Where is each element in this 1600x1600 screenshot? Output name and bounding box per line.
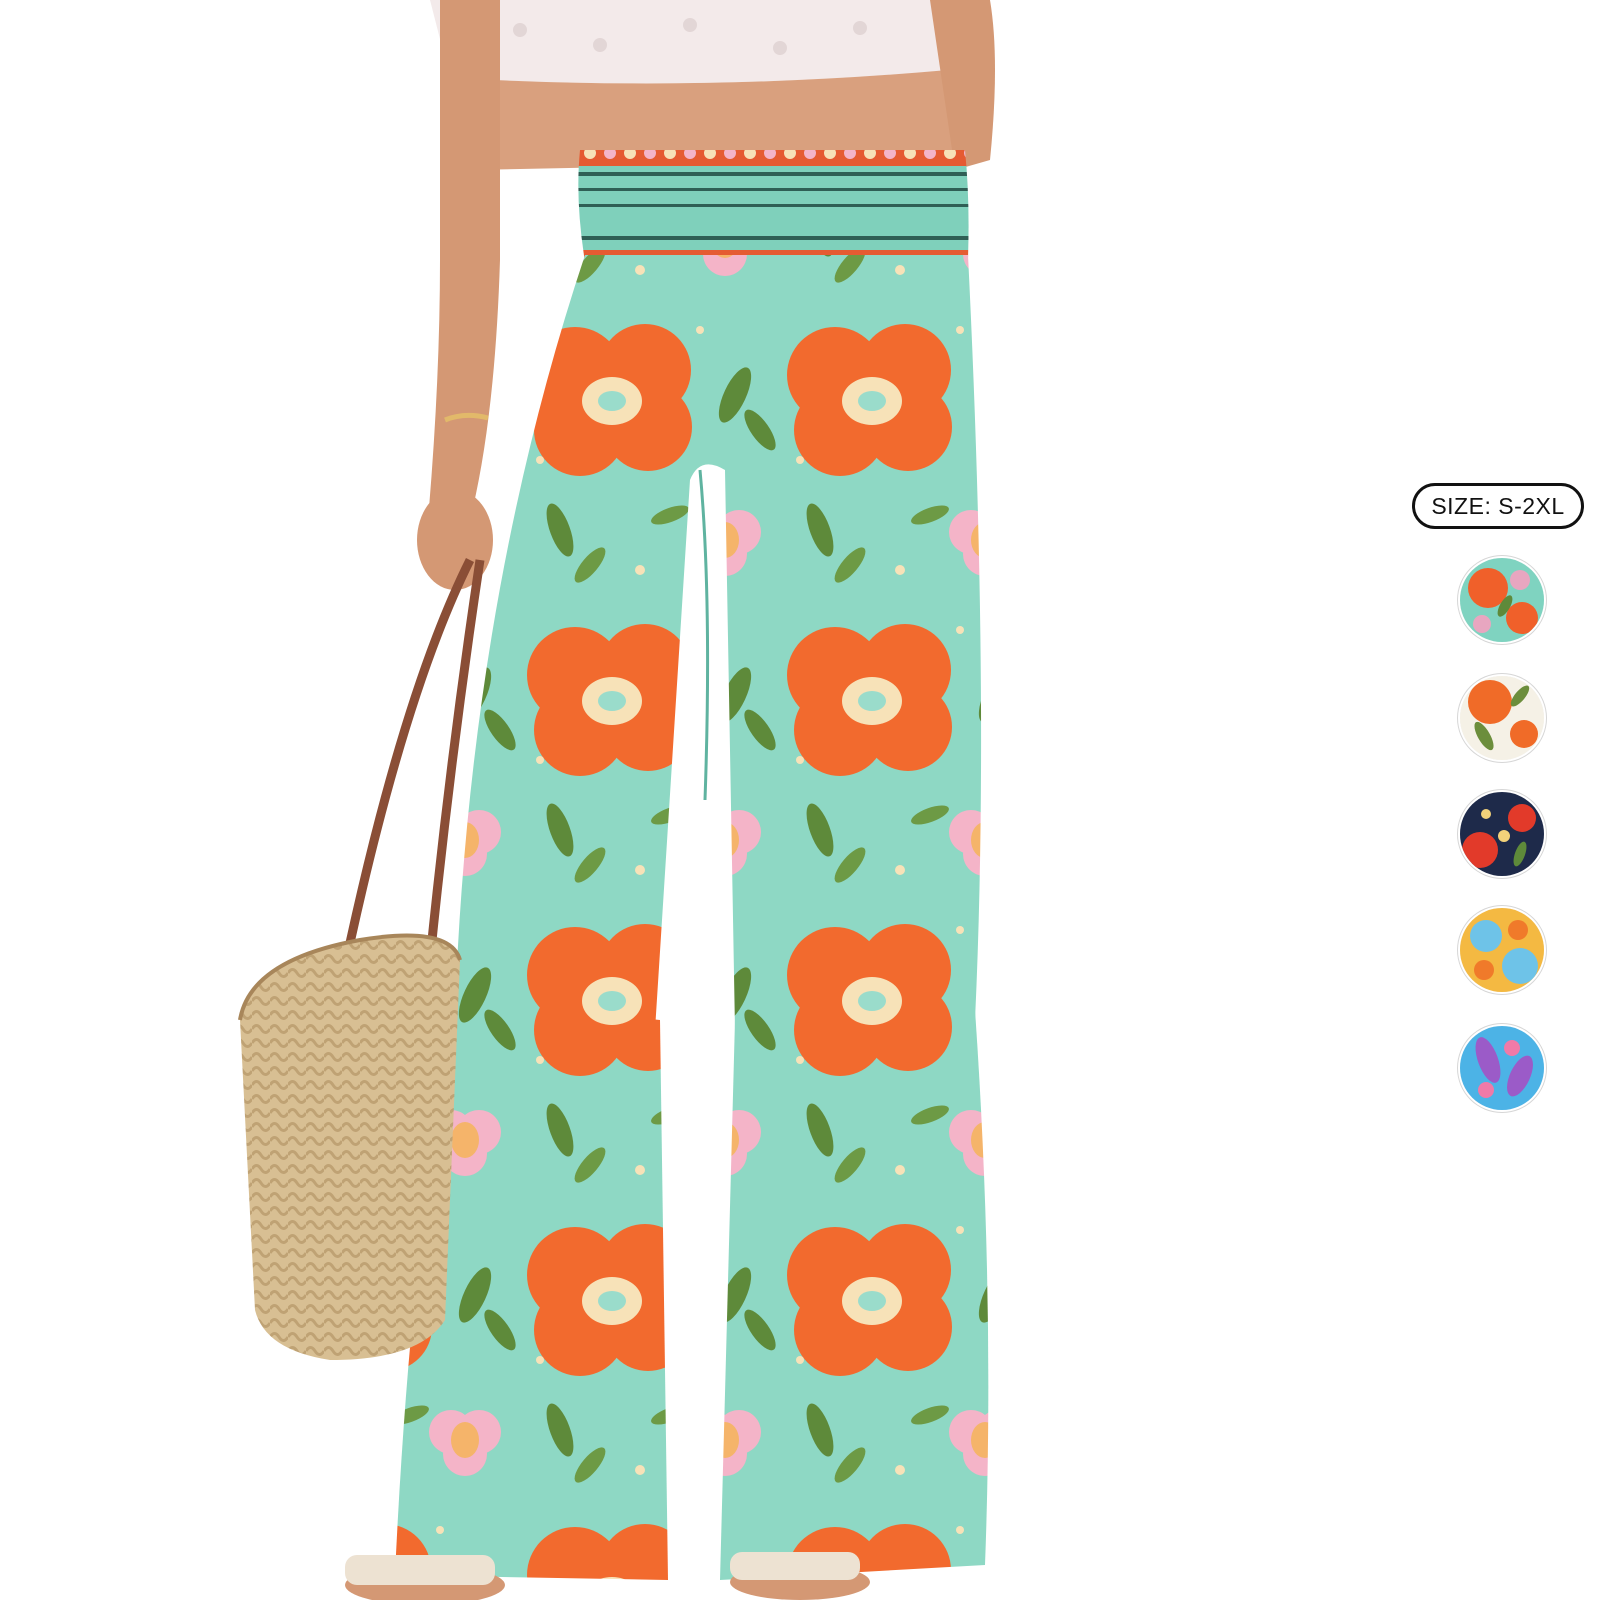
wide-leg-pants [395,255,989,1580]
crop-top [430,0,950,84]
swatch-pattern-icon [1460,792,1544,876]
model-photo [0,0,1400,1600]
swatch-blue-purple-floral[interactable] [1460,1026,1544,1110]
swatch-pattern-icon [1460,908,1544,992]
swatch-pattern-icon [1460,676,1544,760]
swatch-yellow-blue-floral[interactable] [1460,908,1544,992]
size-badge: SIZE: S-2XL [1412,483,1584,529]
variant-sidebar: SIZE: S-2XL [1400,0,1600,1600]
swatch-pattern-icon [1460,1026,1544,1110]
product-image-canvas: SIZE: S-2XL [0,0,1600,1600]
swatch-pattern-icon [1460,558,1544,642]
swatch-white-orange-floral[interactable] [1460,676,1544,760]
swatch-navy-red-floral[interactable] [1460,792,1544,876]
swatch-mint-floral[interactable] [1460,558,1544,642]
straw-tote-bag [238,557,485,1360]
smocked-waistband [578,150,969,262]
